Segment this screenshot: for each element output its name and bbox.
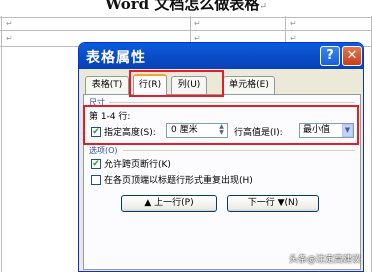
group-divider <box>109 102 355 103</box>
close-icon: ✕ <box>346 48 358 63</box>
paragraph-mark: ↵ <box>259 2 267 12</box>
table-border <box>0 30 372 31</box>
watermark: 头条@注定高建议 <box>289 255 362 265</box>
repeat-header-row-label[interactable]: 在各页顶端以标题行形式重复出现(H) <box>104 173 253 186</box>
previous-row-button[interactable]: ▲ 上一行(P) <box>121 195 217 212</box>
cell-mark: ↵ <box>6 19 13 28</box>
cell-mark: ↵ <box>290 19 297 28</box>
group-divider <box>123 150 355 151</box>
tab-row[interactable]: 行(R) <box>133 74 167 95</box>
close-button[interactable]: ✕ <box>342 46 362 66</box>
options-group-label: 选项(O) <box>89 146 118 155</box>
document-title: Word 文档怎么做表格↵ <box>105 0 267 13</box>
tab-cell[interactable]: 单元格(E) <box>223 76 275 94</box>
allow-row-break-checkbox[interactable]: ✔ <box>91 159 101 169</box>
dialog-titlebar[interactable]: 表格属性 ? ✕ <box>79 43 363 69</box>
allow-row-break-label[interactable]: 允许跨页断行(K) <box>104 157 171 170</box>
dialog-title: 表格属性 <box>86 50 146 66</box>
next-row-button[interactable]: 下一行 ▼(N) <box>227 195 319 212</box>
cell-mark: ↵ <box>6 34 13 43</box>
repeat-header-row-checkbox[interactable] <box>91 175 101 185</box>
question-icon: ? <box>326 48 334 63</box>
check-icon: ✔ <box>92 159 100 169</box>
tab-table[interactable]: 表格(T) <box>85 76 129 94</box>
table-properties-dialog: 表格属性 ? ✕ 表格(T) 行(R) 列(U) 单元格(E) 尺寸 第 1-4… <box>78 42 364 272</box>
cell-mark: ↵ <box>194 19 201 28</box>
table-border <box>1 16 2 272</box>
highlight-box-size <box>83 105 359 145</box>
help-button[interactable]: ? <box>320 46 340 66</box>
table-border <box>0 17 372 18</box>
